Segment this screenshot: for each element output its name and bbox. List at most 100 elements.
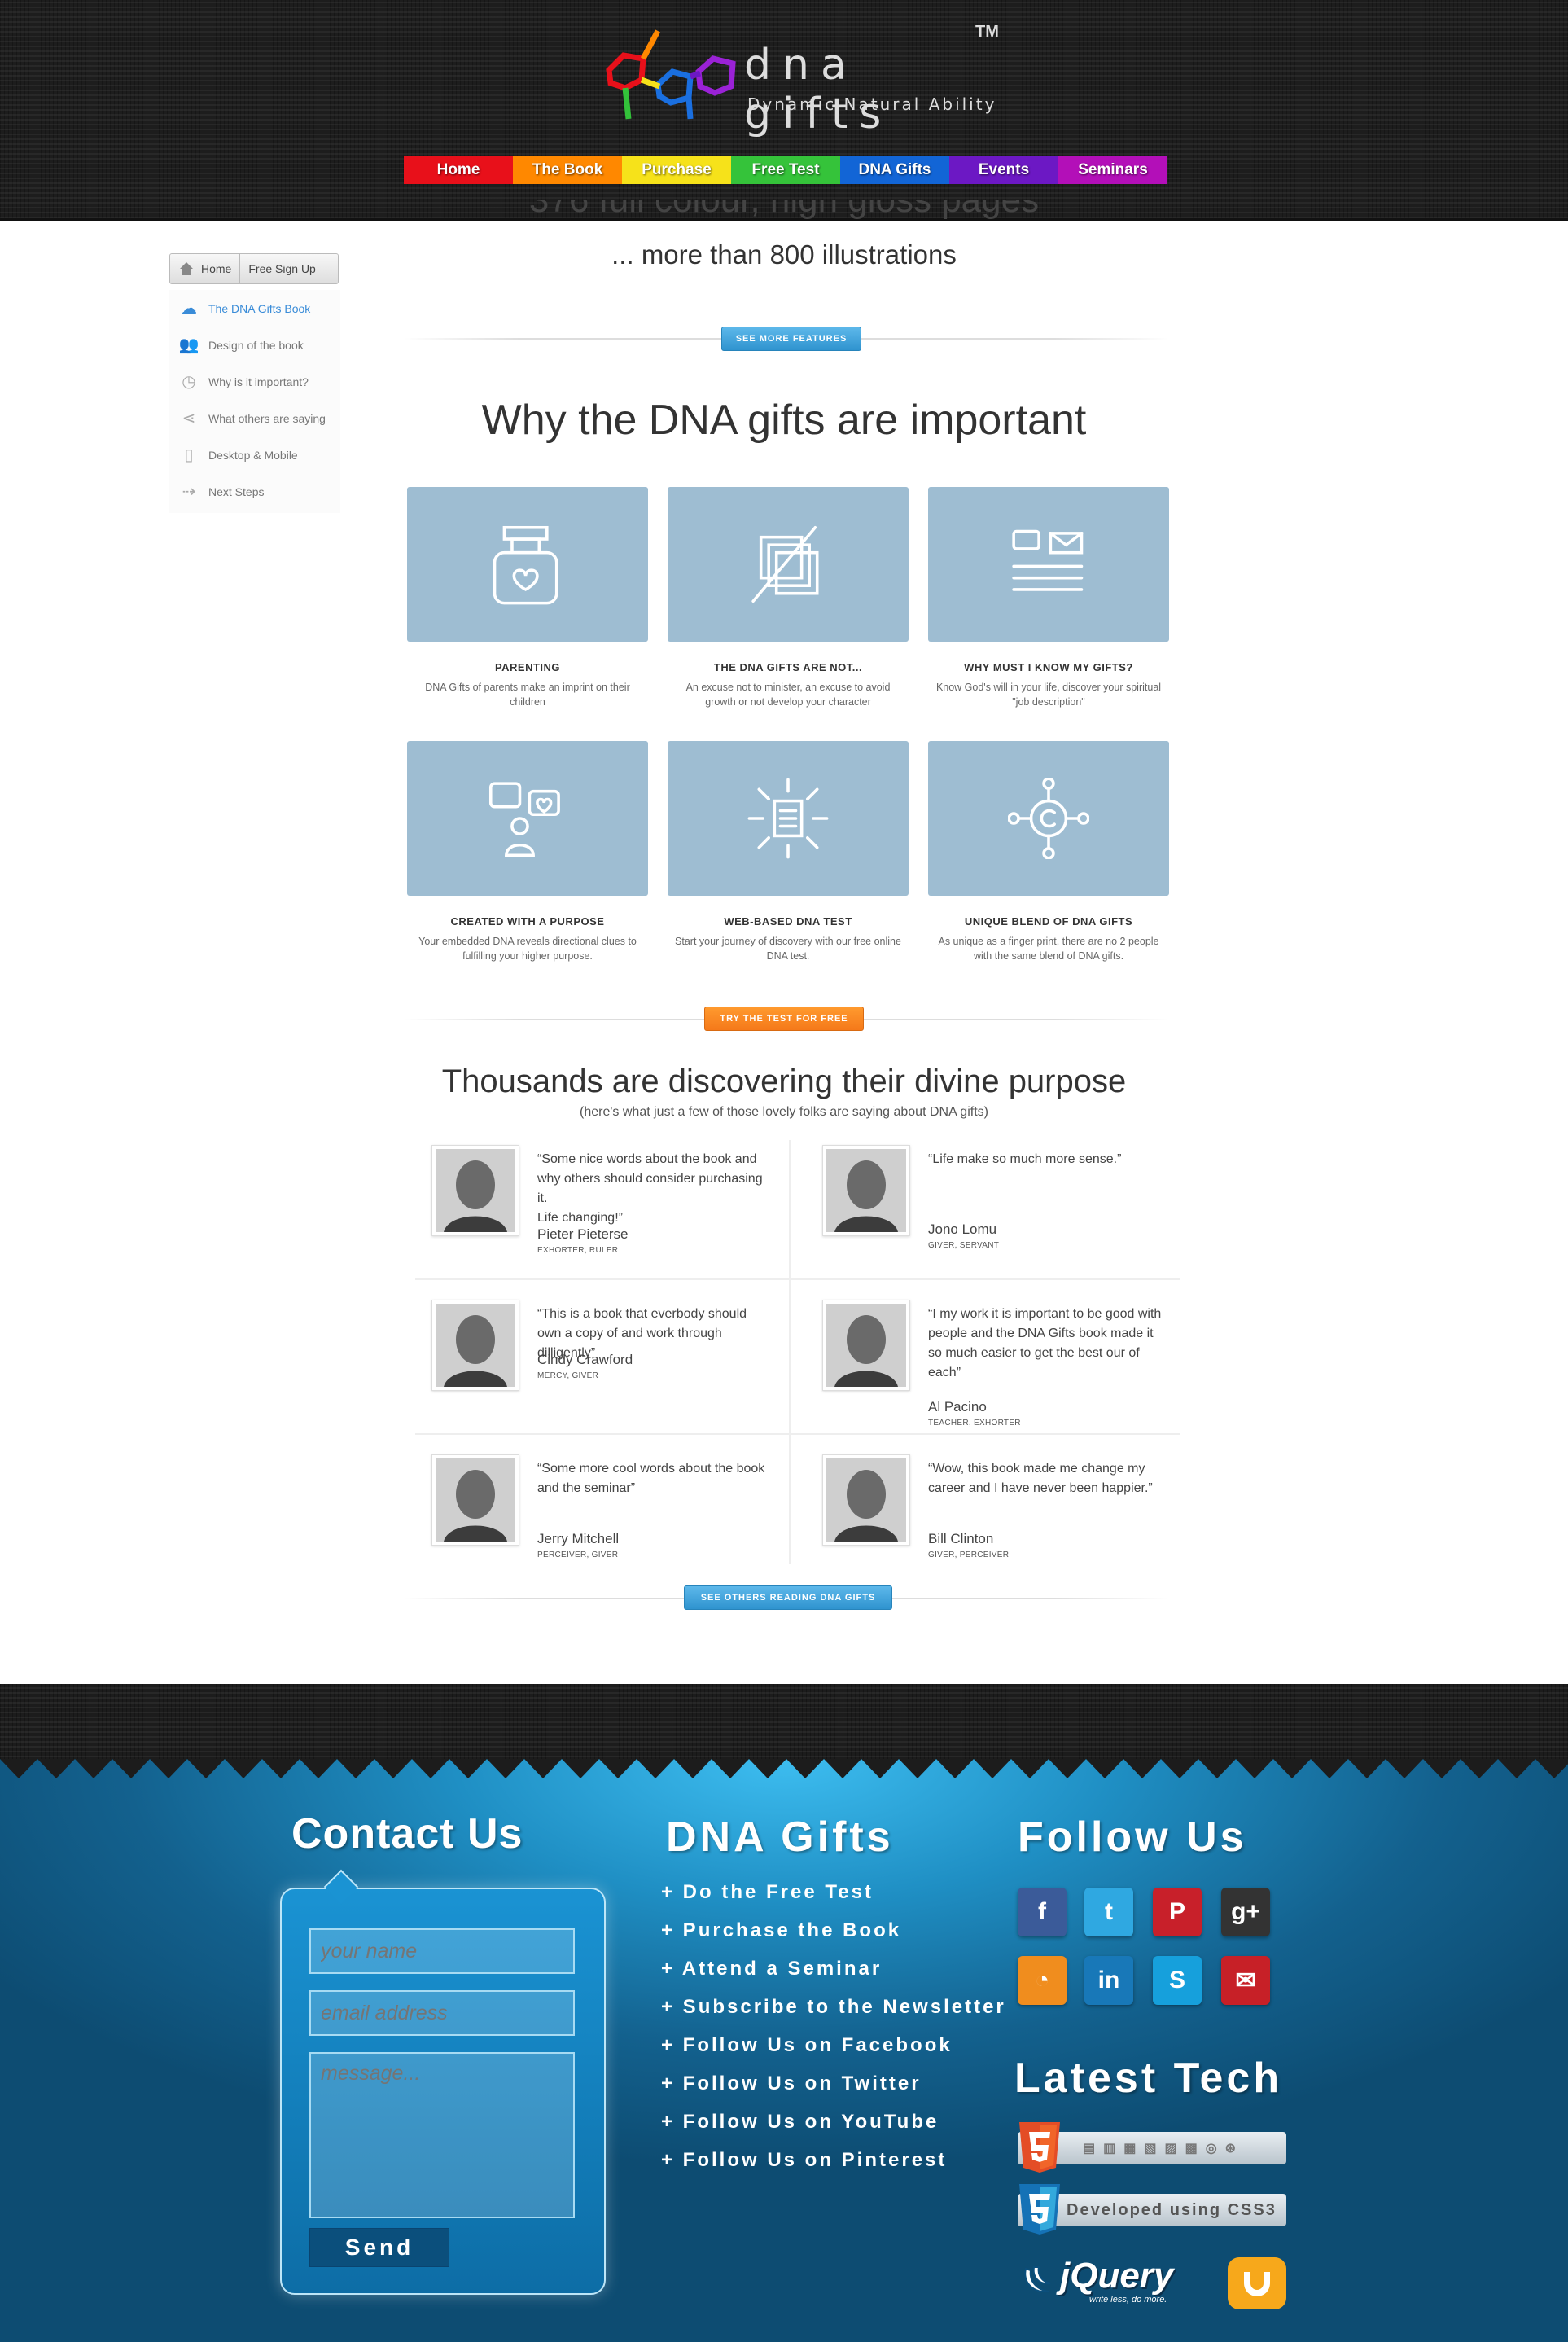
- feature-image: [928, 487, 1169, 642]
- testimonial-name: Jono Lomu: [928, 1221, 997, 1237]
- nav-item-seminars[interactable]: Seminars: [1058, 156, 1167, 184]
- testimonial-quote: “I my work it is important to be good wi…: [928, 1307, 1162, 1379]
- skype-icon[interactable]: S: [1153, 1956, 1202, 2005]
- avatar-photo: [436, 1149, 515, 1232]
- sidebar-item-label: Design of the book: [208, 338, 304, 352]
- pinterest-icon[interactable]: P: [1153, 1888, 1202, 1936]
- trademark-mark: TM: [975, 23, 999, 41]
- avatar-photo: [436, 1458, 515, 1542]
- sidebar-item-2[interactable]: 👥 Design of the book: [169, 327, 340, 363]
- testimonial: “Life make so much more sense.” Jono Lomu…: [822, 1145, 1164, 1292]
- feature-card: THE DNA GIFTS ARE NOT... An excuse not to…: [668, 487, 909, 709]
- testimonial-name: Pieter Pieterse: [537, 1226, 629, 1242]
- see-others-button[interactable]: SEE OTHERS READING DNA GIFTS: [684, 1585, 892, 1610]
- uikit-logo-icon: [1244, 2272, 1270, 2296]
- nav-item-home[interactable]: Home: [404, 156, 513, 184]
- feature-image: [407, 741, 648, 896]
- logo-subtitle: Dynamic Natural Ability: [747, 94, 997, 114]
- nav-item-the-book[interactable]: The Book: [513, 156, 622, 184]
- links-title: DNA Gifts: [666, 1814, 894, 1861]
- avatar: [822, 1145, 910, 1236]
- footer-link[interactable]: + Follow Us on Twitter: [661, 2072, 1006, 2111]
- sidebar-item-label: Desktop & Mobile: [208, 448, 298, 462]
- testimonial-quote: “Some more cool words about the book and…: [537, 1462, 765, 1495]
- feature-card: PARENTING DNA Gifts of parents make an im…: [407, 487, 648, 709]
- feature-title: WHY MUST I KNOW MY GIFTS?: [964, 661, 1133, 673]
- avatar: [431, 1145, 519, 1236]
- feature-card: CREATED WITH A PURPOSE Your embedded DNA …: [407, 741, 648, 963]
- sub-headline: ... more than 800 illustrations: [611, 239, 957, 270]
- footer-link[interactable]: + Purchase the Book: [661, 1919, 1006, 1958]
- footer-link[interactable]: + Attend a Seminar: [661, 1958, 1006, 1996]
- feature-description: Know God's will in your life, discover y…: [935, 682, 1162, 708]
- css3-icon: [1019, 2184, 1060, 2235]
- sidebar-item-3[interactable]: ◷ Why is it important?: [169, 363, 340, 400]
- feature-title: PARENTING: [494, 661, 561, 673]
- avatar-photo: [826, 1458, 906, 1542]
- sidebar-item-1[interactable]: ☁ The DNA Gifts Book: [169, 290, 340, 327]
- jquery-logo: jQuery write less, do more.: [1021, 2256, 1200, 2308]
- feature-description: An excuse not to minister, an excuse to …: [685, 682, 891, 708]
- feature-title: CREATED WITH A PURPOSE: [450, 915, 605, 928]
- avatar-photo: [436, 1304, 515, 1387]
- jquery-swirl-icon: [1024, 2266, 1051, 2293]
- baby-bottle-icon: [493, 525, 558, 605]
- facebook-icon[interactable]: f: [1018, 1888, 1067, 1936]
- see-more-features-button[interactable]: SEE MORE FEATURES: [721, 327, 861, 351]
- feature-image: [407, 487, 648, 642]
- feature-title: THE DNA GIFTS ARE NOT...: [713, 661, 863, 673]
- testimonial-gifts: MERCY, GIVER: [537, 1371, 599, 1380]
- person-silhouette-icon: [826, 1304, 906, 1387]
- linkedin-icon[interactable]: in: [1084, 1956, 1133, 2005]
- footer-link[interactable]: + Do the Free Test: [661, 1881, 1006, 1919]
- site-header: dna gifts Dynamic Natural Ability TM Hom…: [0, 0, 1568, 221]
- zigzag-edge: [0, 1759, 1568, 1778]
- contact-form: Send: [280, 1888, 606, 2295]
- name-field[interactable]: [309, 1928, 575, 1974]
- footer-link[interactable]: + Follow Us on Pinterest: [661, 2149, 1006, 2187]
- try-test-button[interactable]: TRY THE TEST FOR FREE: [704, 1007, 864, 1031]
- email-icon[interactable]: ✉: [1221, 1956, 1270, 2005]
- nav-item-dna-gifts[interactable]: DNA Gifts: [840, 156, 949, 184]
- jquery-label: jQuery: [1060, 2256, 1174, 2296]
- tech-title: Latest Tech: [1014, 2055, 1283, 2102]
- person-chat-icon: [488, 782, 560, 857]
- testimonial-gifts: TEACHER, EXHORTER: [928, 1419, 1021, 1428]
- avatar: [431, 1454, 519, 1546]
- google-plus-icon[interactable]: g+: [1221, 1888, 1270, 1936]
- footer-link[interactable]: + Follow Us on Facebook: [661, 2034, 1006, 2072]
- html5-icon: [1019, 2122, 1060, 2173]
- footer-link[interactable]: + Subscribe to the Newsletter: [661, 1996, 1006, 2034]
- follow-title: Follow Us: [1018, 1814, 1247, 1861]
- dna-gifts-logo[interactable]: dna gifts Dynamic Natural Ability TM: [593, 23, 1000, 138]
- rss-icon[interactable]: ◔: [1018, 1956, 1067, 2005]
- twitter-icon[interactable]: t: [1084, 1888, 1133, 1936]
- nav-item-free-test[interactable]: Free Test: [731, 156, 840, 184]
- email-field[interactable]: [309, 1990, 575, 2036]
- uikit-badge: [1228, 2257, 1286, 2309]
- testimonial-gifts: GIVER, PERCEIVER: [928, 1550, 1010, 1559]
- testimonial-name: Al Pacino: [928, 1399, 987, 1414]
- arrow-right-icon: ⇢: [182, 483, 196, 501]
- person-silhouette-icon: [826, 1149, 906, 1232]
- message-field[interactable]: [309, 2052, 575, 2218]
- css3-badge-label: Developed using CSS3: [1067, 2200, 1277, 2219]
- testimonial: “I my work it is important to be good wi…: [822, 1300, 1164, 1446]
- send-button[interactable]: Send: [309, 2228, 449, 2267]
- avatar-photo: [826, 1304, 906, 1387]
- testimonial: “Some more cool words about the book and…: [431, 1454, 773, 1601]
- testimonial-gifts: EXHORTER, RULER: [537, 1246, 619, 1255]
- feature-image: [668, 741, 909, 896]
- sidebar-item-6[interactable]: ⇢ Next Steps: [169, 473, 340, 510]
- avatar-photo: [826, 1149, 906, 1232]
- nav-item-events[interactable]: Events: [949, 156, 1058, 184]
- nav-item-purchase[interactable]: Purchase: [622, 156, 731, 184]
- logo-title: dna gifts: [744, 41, 893, 138]
- person-silhouette-icon: [436, 1458, 515, 1542]
- testimonial: “Some nice words about the book and why …: [431, 1145, 773, 1292]
- footer-link[interactable]: + Follow Us on YouTube: [661, 2111, 1006, 2149]
- avatar: [822, 1454, 910, 1546]
- feature-card: WEB-BASED DNA TEST Start your journey of …: [668, 741, 909, 963]
- cut-headline-text: 376 full colour, high gloss pages: [0, 200, 1568, 221]
- contact-title: Contact Us: [291, 1810, 523, 1857]
